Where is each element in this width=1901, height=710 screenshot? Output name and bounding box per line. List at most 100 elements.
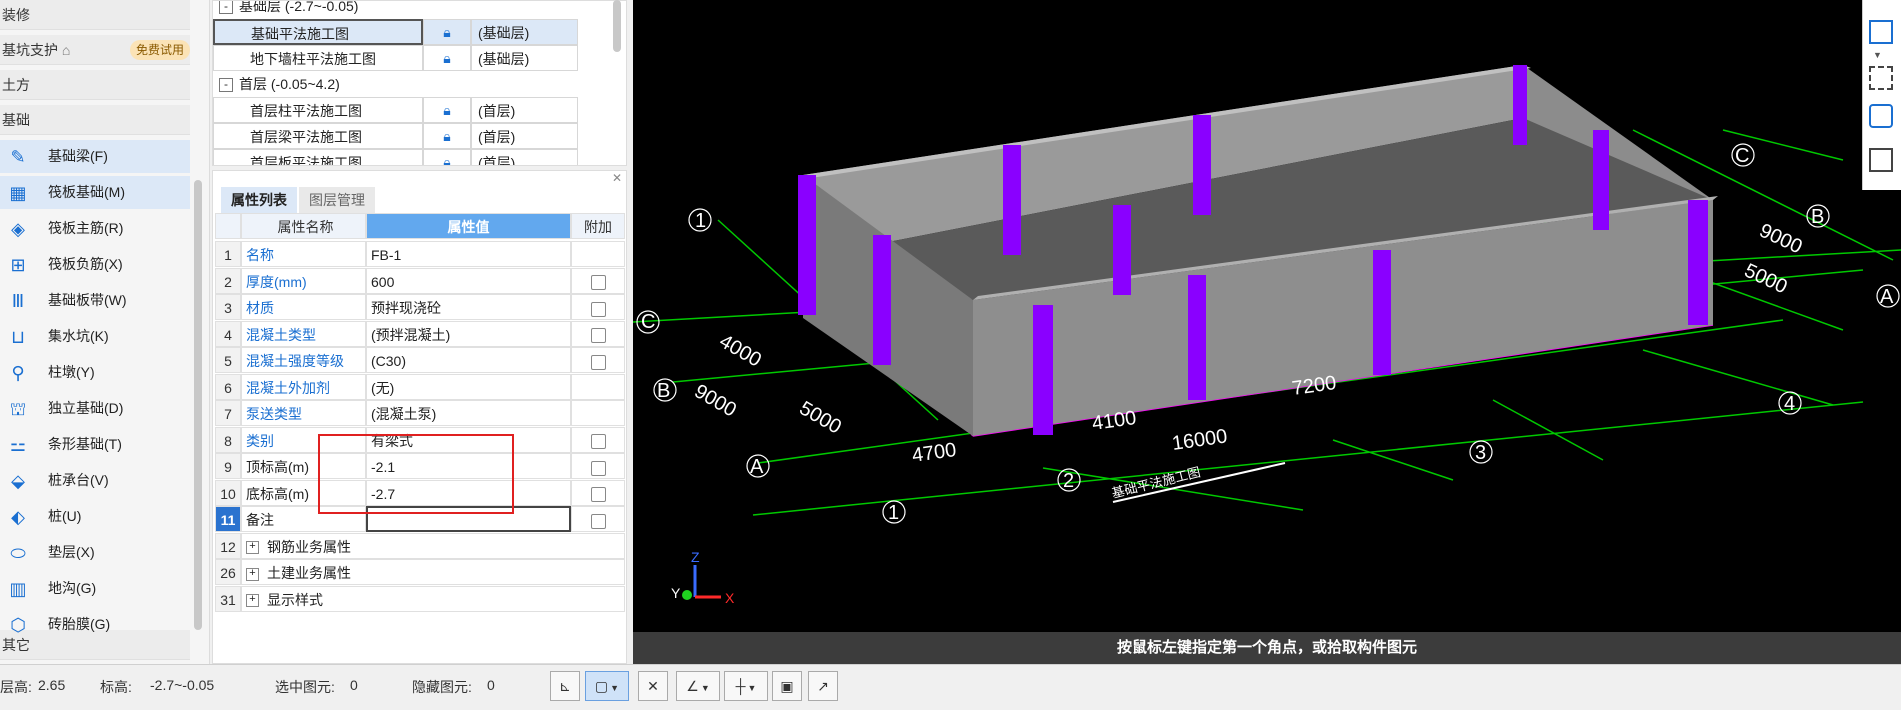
property-group-row[interactable]: 26 + 土建业务属性 [215,559,625,585]
sidebar-item[interactable]: ⊔ 集水坑(K) [0,320,190,353]
property-value[interactable]: (C30) [366,347,571,373]
expand-icon[interactable]: + [246,594,259,608]
sidebar-item[interactable]: ⬡ 砖胎膜(G) [0,608,190,641]
property-group-row[interactable]: 12 + 钢筋业务属性 [215,532,625,559]
sidebar-item[interactable]: ◈ 筏板主筋(R) [0,212,190,245]
select-mode-button[interactable]: ▢ ▼ [585,671,629,701]
drawing-item[interactable]: 首层板平法施工图 🔒︎ (首层) [213,149,613,165]
chevron-down-icon[interactable]: ▼ [1873,50,1882,60]
sidebar-item[interactable]: ✎ 基础梁(F) [0,140,190,173]
lock-icon[interactable]: 🔒︎ [423,19,471,45]
offset-button[interactable]: ┼ ▼ [724,671,768,701]
property-group-row[interactable]: 31 + 显示样式 [215,585,625,612]
sidebar-item[interactable]: ⚲ 柱墩(Y) [0,356,190,389]
sidebar-category[interactable]: 土方 [0,70,190,100]
drawing-item[interactable]: 首层梁平法施工图 🔒︎ (首层) [213,123,613,149]
tab-layer-manager[interactable]: 图层管理 [299,187,375,213]
3d-viewport[interactable]: 1 C B A 1 2 3 4 C B A 4000 9000 5000 470… [633,0,1901,632]
isometric-view-icon[interactable] [1869,104,1893,128]
property-row-number: 31 [215,585,241,612]
property-group-label: 钢筋业务属性 [267,538,351,555]
property-row[interactable]: 3 材质 预拌现浇砼 [215,294,625,320]
cushion-icon: ⬭ [10,543,26,563]
lock-icon[interactable]: 🔒︎ [423,149,471,165]
drawing-item[interactable]: 基础平法施工图 🔒︎ (基础层) [213,19,613,45]
property-name: 混凝土强度等级 [241,347,366,373]
cross-select-button[interactable]: ✕ [638,671,668,701]
property-value[interactable]: (无) [366,373,571,400]
sidebar-category-label: 基础 [2,112,30,128]
free-trial-badge[interactable]: 免费试用 [129,40,190,60]
attach-checkbox[interactable] [590,434,606,450]
property-row[interactable]: 1 名称 FB-1 [215,241,625,267]
drawing-item-name: 地下墙柱平法施工图 [213,45,423,71]
drawing-item[interactable]: 地下墙柱平法施工图 🔒︎ (基础层) [213,45,613,71]
sidebar-scrollbar[interactable] [194,180,202,630]
pier-icon: ⚲ [11,363,25,383]
attach-checkbox[interactable] [590,460,606,476]
property-name: 厚度(mm) [241,267,366,294]
sidebar-item[interactable]: ⬙ 桩承台(V) [0,464,190,497]
angle-snap-button[interactable]: ∠ ▼ [676,671,720,701]
sidebar-item[interactable]: ⬖ 桩(U) [0,500,190,533]
attach-checkbox[interactable] [590,513,606,529]
expand-icon[interactable]: + [246,541,259,555]
attach-checkbox[interactable] [590,354,606,370]
property-value[interactable]: 600 [366,267,571,294]
sidebar-item[interactable]: ⊞ 筏板负筋(X) [0,248,190,281]
expand-icon[interactable]: + [246,567,259,581]
property-value[interactable]: (混凝土泵) [366,400,571,426]
sidebar-item[interactable]: Ⅲ 基础板带(W) [0,284,190,317]
lock-icon[interactable]: 🔒︎ [423,45,471,71]
floor-group[interactable]: - 基础层 (-2.7~-0.05) [213,1,613,19]
property-value[interactable]: FB-1 [366,241,571,267]
property-value[interactable]: 预拌现浇砼 [366,294,571,320]
sidebar-item[interactable]: ⚍ 条形基础(T) [0,428,190,461]
property-name: 混凝土外加剂 [241,373,366,400]
drawing-item-layer: (基础层) [471,19,578,45]
property-row-number: 4 [215,320,241,347]
lock-icon[interactable]: 🔒︎ [423,123,471,149]
layer-toggle-button[interactable]: ▣ [772,671,802,701]
property-value[interactable]: (预拌混凝土) [366,320,571,347]
collapse-icon[interactable]: - [219,78,233,93]
sidebar-item[interactable]: ▦ 筏板基础(M) [0,176,190,209]
dynamic-input-button[interactable]: ↗ [808,671,838,701]
ortho-button[interactable]: ⊾ [550,671,580,701]
drawing-item[interactable]: 首层柱平法施工图 🔒︎ (首层) [213,97,613,123]
view-cube-icon[interactable] [1869,20,1893,44]
close-panel-icon[interactable]: ✕ [612,171,622,185]
sidebar-item-label: 地沟(G) [48,580,97,596]
property-row-number: 9 [215,453,241,479]
sidebar-item-label: 桩承台(V) [48,472,109,488]
floor-group[interactable]: - 首层 (-0.05~4.2) [213,71,613,97]
sidebar-item[interactable]: ▥ 地沟(G) [0,572,190,605]
attach-checkbox[interactable] [590,487,606,503]
model-3d-canvas[interactable]: 1 C B A 1 2 3 4 C B A 4000 9000 5000 470… [633,0,1901,632]
property-row[interactable]: 5 混凝土强度等级 (C30) [215,347,625,373]
hidden-count-value: 0 [487,677,495,693]
zoom-extents-icon[interactable] [1869,66,1893,90]
sidebar-category[interactable]: 基坑支护 ⌂ 免费试用 [0,35,190,65]
dim-4000: 4000 [716,330,766,371]
drawing-list-scrollbar[interactable] [613,0,621,52]
sidebar-item[interactable]: ⛫ 独立基础(D) [0,392,190,425]
sidebar-item[interactable]: ⬭ 垫层(X) [0,536,190,569]
sidebar-category[interactable]: 基础 [0,105,190,135]
sidebar-category[interactable]: 装修 [0,0,190,30]
tab-property-list[interactable]: 属性列表 [221,187,297,213]
attach-checkbox[interactable] [590,301,606,317]
attach-checkbox[interactable] [590,328,606,344]
component-sidebar: 装修 基坑支护 ⌂ 免费试用 土方 基础 其它 ✎ 基础梁(F) ▦ 筏板基础(M) ◈ 筏板主筋(R… [0,0,210,664]
attach-checkbox[interactable] [590,275,606,291]
header-num-cell [215,213,241,239]
pile-cap-icon: ⬙ [11,471,25,491]
property-row[interactable]: 6 混凝土外加剂 (无) [215,373,625,400]
property-row[interactable]: 4 混凝土类型 (预拌混凝土) [215,320,625,347]
property-row[interactable]: 2 厚度(mm) 600 [215,267,625,294]
lock-icon[interactable]: 🔒︎ [423,97,471,123]
property-row[interactable]: 7 泵送类型 (混凝土泵) [215,400,625,426]
collapse-icon[interactable]: - [219,1,233,15]
display-settings-icon[interactable] [1869,148,1893,172]
negative-rebar-icon: ⊞ [10,255,26,275]
